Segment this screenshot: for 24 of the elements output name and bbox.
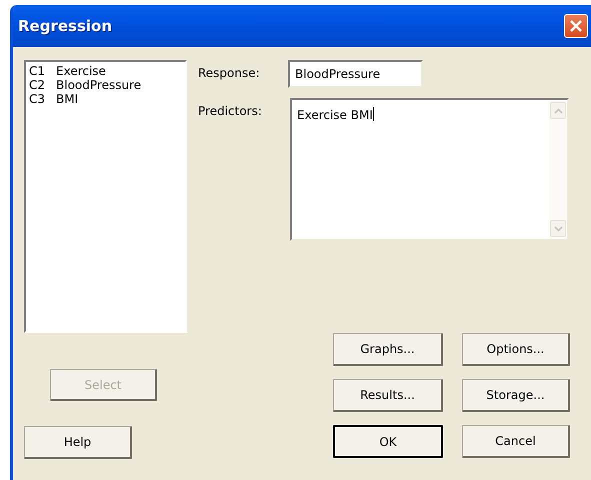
predictors-label: Predictors:	[198, 103, 263, 120]
response-label: Response:	[198, 65, 261, 82]
column-id: C1	[29, 64, 46, 78]
dialog-button[interactable]: Storage...	[462, 379, 570, 412]
close-button[interactable]	[564, 14, 588, 38]
predictors-text: Exercise BMI	[297, 108, 373, 122]
predictors-field[interactable]: Exercise BMI	[290, 98, 569, 241]
variable-name: Exercise	[56, 64, 106, 78]
variable-name: BloodPressure	[56, 78, 142, 92]
response-field[interactable]: BloodPressure	[288, 60, 423, 88]
scroll-up-button[interactable]	[550, 102, 566, 119]
dialog-button[interactable]: OK	[333, 425, 443, 458]
dialog-button[interactable]: Options...	[462, 333, 570, 366]
dialog-button[interactable]: Graphs...	[333, 333, 443, 366]
close-icon	[569, 19, 583, 33]
column-id: C3	[29, 92, 46, 106]
variable-list[interactable]: C1 Exercise C2 BloodPressure C3 BMI	[24, 60, 187, 333]
column-id: C2	[29, 78, 46, 92]
dialog-button[interactable]: Results...	[333, 379, 443, 412]
variable-name: BMI	[56, 92, 78, 106]
scroll-down-button[interactable]	[550, 220, 566, 237]
dialog-button[interactable]: Cancel	[462, 425, 570, 458]
window-title: Regression	[18, 16, 112, 37]
help-button[interactable]: Help	[24, 426, 132, 459]
